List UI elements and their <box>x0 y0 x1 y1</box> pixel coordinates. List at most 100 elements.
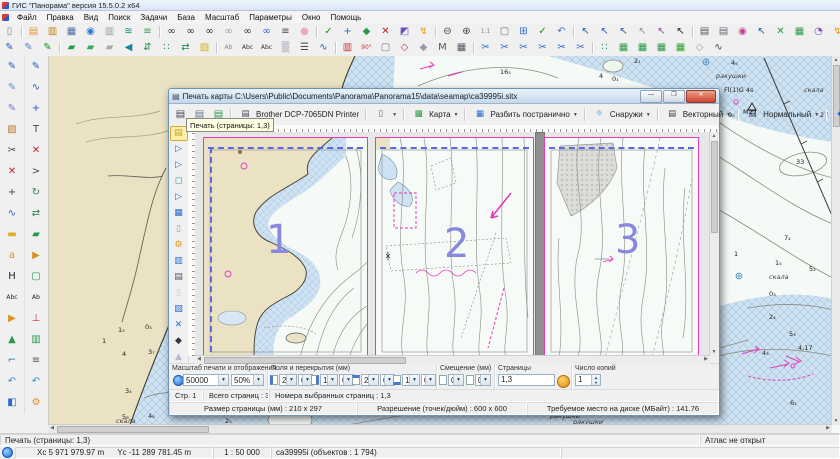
torch2-icon[interactable]: ▶ <box>26 247 46 266</box>
print-pages-icon[interactable]: ▤ <box>170 126 188 141</box>
grid-split-icon[interactable]: ▦ <box>634 40 652 56</box>
geoportal-icon[interactable]: ◉ <box>82 24 100 40</box>
undo2-icon[interactable]: ↶ <box>26 373 46 392</box>
search-name-icon[interactable]: ∞ <box>201 24 219 40</box>
crosshair-icon[interactable]: + <box>2 184 22 203</box>
cut-part-icon[interactable]: ✂ <box>553 40 571 56</box>
split-object-icon[interactable]: ⇵ <box>139 40 157 56</box>
frame-dots-icon[interactable]: ▢ <box>377 40 395 56</box>
wave-icon[interactable]: ∿ <box>710 40 728 56</box>
page-print-icon[interactable]: ▤ <box>170 270 188 285</box>
delete-object-icon[interactable]: ✕ <box>2 163 22 182</box>
cut-object-icon[interactable]: ✂ <box>496 40 514 56</box>
h-text-icon[interactable]: H <box>2 268 22 287</box>
scissors-icon[interactable]: ✂ <box>2 142 22 161</box>
curve-icon[interactable]: ∿ <box>2 205 22 224</box>
export-bmp-icon[interactable]: ▷ <box>170 158 188 173</box>
select-clear-icon[interactable]: ✕ <box>377 24 395 40</box>
page-setup-icon[interactable]: ⚙ <box>170 238 188 253</box>
menu-задачи[interactable]: Задачи <box>135 13 172 22</box>
move-nav-icon[interactable]: + <box>26 100 46 119</box>
hatch-icon[interactable]: ▨ <box>196 40 214 56</box>
diamond-gray-icon[interactable]: ◆ <box>415 40 433 56</box>
print-dialog-title-bar[interactable]: ▤ Печать карты C:\Users\Public\Documents… <box>169 89 719 104</box>
rotate-icon[interactable]: ↻ <box>26 184 46 203</box>
delete-green-icon[interactable]: ✕ <box>772 24 790 40</box>
offset-combo-1[interactable]: 0▼ <box>448 374 464 386</box>
geo-create-icon[interactable]: ▰ <box>63 40 81 56</box>
angle-icon[interactable]: > <box>26 163 46 182</box>
select-pages-button[interactable] <box>557 375 570 388</box>
export-emf-icon[interactable]: ▷ <box>170 142 188 157</box>
page-view-icon[interactable]: ▧ <box>170 302 188 317</box>
search-disabled-icon[interactable]: ∞ <box>220 24 238 40</box>
cut-node-icon[interactable]: ✂ <box>534 40 552 56</box>
diamond2-icon[interactable]: ◇ <box>691 40 709 56</box>
marker-icon[interactable]: ● <box>296 24 314 40</box>
map-open-icon[interactable]: ▤ <box>25 24 43 40</box>
menu-поиск[interactable]: Поиск <box>103 13 135 22</box>
flash-icon[interactable]: ↯ <box>829 24 840 40</box>
vector-mode-button[interactable]: ▤ Векторный▼ <box>660 105 735 124</box>
margin-combo-4[interactable]: 10▼ <box>402 374 420 386</box>
page-disabled-icon[interactable]: ▯ <box>170 286 188 301</box>
layers-edit-icon[interactable]: ◧ <box>2 394 22 413</box>
grid-icon[interactable]: ▦ <box>453 40 471 56</box>
measure-icon[interactable]: ⊥ <box>26 310 46 329</box>
copy-gray-icon[interactable]: ▒ <box>277 40 295 56</box>
legend-icon[interactable]: ≡ <box>139 24 157 40</box>
preview-page-3[interactable]: 3 <box>544 137 699 356</box>
grid-merge-icon[interactable]: ▦ <box>615 40 633 56</box>
edit-query-icon[interactable]: ✎ <box>2 100 22 119</box>
objects-list-icon[interactable]: ≡ <box>277 24 295 40</box>
torch-icon[interactable]: ▶ <box>2 310 22 329</box>
print-mode-button[interactable]: ▩ Карта▼ <box>406 105 462 124</box>
zoom-in-icon[interactable]: ⊕ <box>458 24 476 40</box>
spline2-icon[interactable]: ∿ <box>26 79 46 98</box>
print-preview[interactable]: 1 <box>195 132 718 356</box>
print-map-icon[interactable]: ▤ <box>696 24 714 40</box>
mirror-icon[interactable]: ◀ <box>120 40 138 56</box>
text-abc-icon[interactable]: Abc <box>239 40 257 56</box>
copy-obj-icon[interactable]: ▥ <box>26 331 46 350</box>
spline-icon[interactable]: ∿ <box>315 40 333 56</box>
zoom-out-icon[interactable]: ⊖ <box>439 24 457 40</box>
abc-text-icon[interactable]: Abc <box>2 289 22 308</box>
layers-icon[interactable]: ≋ <box>120 24 138 40</box>
print-scale-combo[interactable]: 50000▼ <box>183 374 229 386</box>
triangles-icon[interactable]: ▲ <box>2 331 22 350</box>
dialog-minimize-button[interactable]: — <box>640 90 662 103</box>
zoom-frame-icon[interactable]: ▢ <box>496 24 514 40</box>
geo-gray-icon[interactable]: ▰ <box>101 40 119 56</box>
offset-combo-2[interactable]: 0▼ <box>475 374 491 386</box>
menu-база[interactable]: База <box>172 13 200 22</box>
search-area-icon[interactable]: ∞ <box>239 24 257 40</box>
fill-icon[interactable]: ▨ <box>2 121 22 140</box>
draw-icon[interactable]: ✎ <box>1 40 19 56</box>
database-icon[interactable]: ▦ <box>63 24 81 40</box>
list2-icon[interactable]: ≡ <box>26 352 46 371</box>
pages-group-icon[interactable]: ▦ <box>170 206 188 221</box>
edit2-icon[interactable]: ✎ <box>26 58 46 77</box>
copies-spinner[interactable]: 1 ▲▼ <box>575 374 601 386</box>
line-yellow-icon[interactable]: ▬ <box>2 226 22 245</box>
menu-файл[interactable]: Файл <box>12 13 42 22</box>
pan-view-icon[interactable]: ⊞ <box>515 24 533 40</box>
peaks-icon[interactable]: M <box>434 40 452 56</box>
page-delete-icon[interactable]: ✕ <box>170 318 188 333</box>
draw-query-icon[interactable]: ✎ <box>20 40 38 56</box>
move-object-icon[interactable]: ⇄ <box>177 40 195 56</box>
delete2-icon[interactable]: ✕ <box>26 142 46 161</box>
menu-вид[interactable]: Вид <box>79 13 103 22</box>
menu-параметры[interactable]: Параметры <box>244 13 297 22</box>
select-green-icon[interactable]: ▢ <box>26 268 46 287</box>
cursor-icon[interactable]: ↖ <box>672 24 690 40</box>
orientation-button[interactable]: ▯ ▼ <box>368 105 401 124</box>
select-pages-icon[interactable]: ▷ <box>170 190 188 205</box>
torch-a-icon[interactable]: a <box>2 247 22 266</box>
view-back-icon[interactable]: ↶ <box>553 24 571 40</box>
dialog-maximize-button[interactable]: ❐ <box>663 90 685 103</box>
text-strike-icon[interactable]: Ab <box>220 40 238 56</box>
edit-cut-icon[interactable]: ✎ <box>2 79 22 98</box>
shapes-icon[interactable]: ◩ <box>396 24 414 40</box>
